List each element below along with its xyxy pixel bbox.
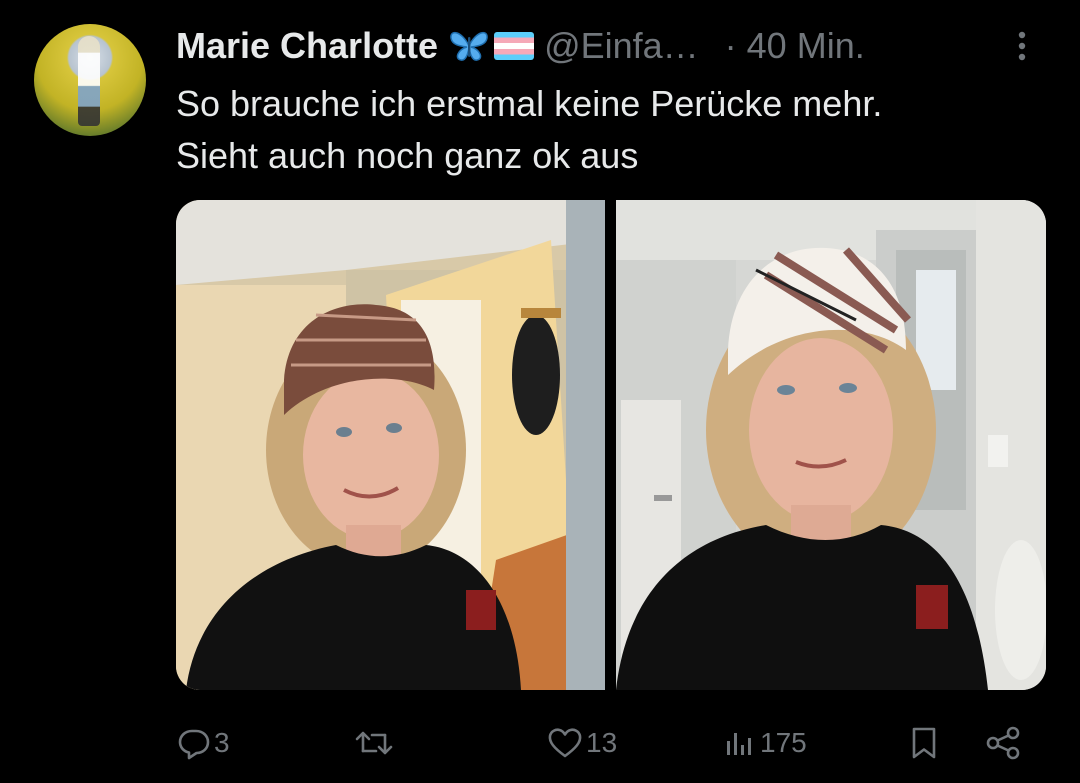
tweet-text-line-1: So brauche ich erstmal keine Perücke meh… <box>176 83 883 124</box>
author-handle[interactable]: @Einfa… <box>544 25 699 67</box>
author-name[interactable]: Marie Charlotte <box>176 25 438 67</box>
reply-icon <box>178 729 210 760</box>
views-count: 175 <box>760 727 807 758</box>
media-photo-1[interactable] <box>176 200 605 690</box>
avatar[interactable] <box>34 24 146 136</box>
bookmark-icon <box>912 727 936 759</box>
action-bar: 3 13 175 <box>176 715 1036 771</box>
retweet-button[interactable] <box>354 715 396 771</box>
transgender-flag-icon <box>494 32 535 60</box>
retweet-icon <box>355 731 393 755</box>
views-button[interactable]: 175 <box>722 715 807 771</box>
views-icon <box>727 733 751 755</box>
avatar-figure <box>78 36 100 126</box>
share-icon <box>986 726 1020 760</box>
butterfly-emoji-icon <box>450 31 488 61</box>
reply-count: 3 <box>214 727 230 758</box>
like-button[interactable]: 13 <box>546 715 617 771</box>
tweet-header: Marie Charlotte @Einfa… · 40 Min. <box>176 22 865 70</box>
tweet-time[interactable]: · 40 Min. <box>725 25 865 67</box>
like-count: 13 <box>586 727 618 758</box>
more-icon[interactable] <box>1012 28 1032 64</box>
reply-button[interactable]: 3 <box>176 715 230 771</box>
heart-icon <box>548 728 582 758</box>
name-emojis <box>448 29 535 63</box>
tweet[interactable]: Marie Charlotte @Einfa… · 40 Min. So bra… <box>0 0 1080 783</box>
share-button[interactable] <box>984 715 1022 771</box>
tweet-text-line-2: Sieht auch noch ganz ok aus <box>176 135 639 176</box>
tweet-text: So brauche ich erstmal keine Perücke meh… <box>176 78 1036 182</box>
bookmark-button[interactable] <box>906 715 942 771</box>
media-photo-2[interactable] <box>616 200 1046 690</box>
